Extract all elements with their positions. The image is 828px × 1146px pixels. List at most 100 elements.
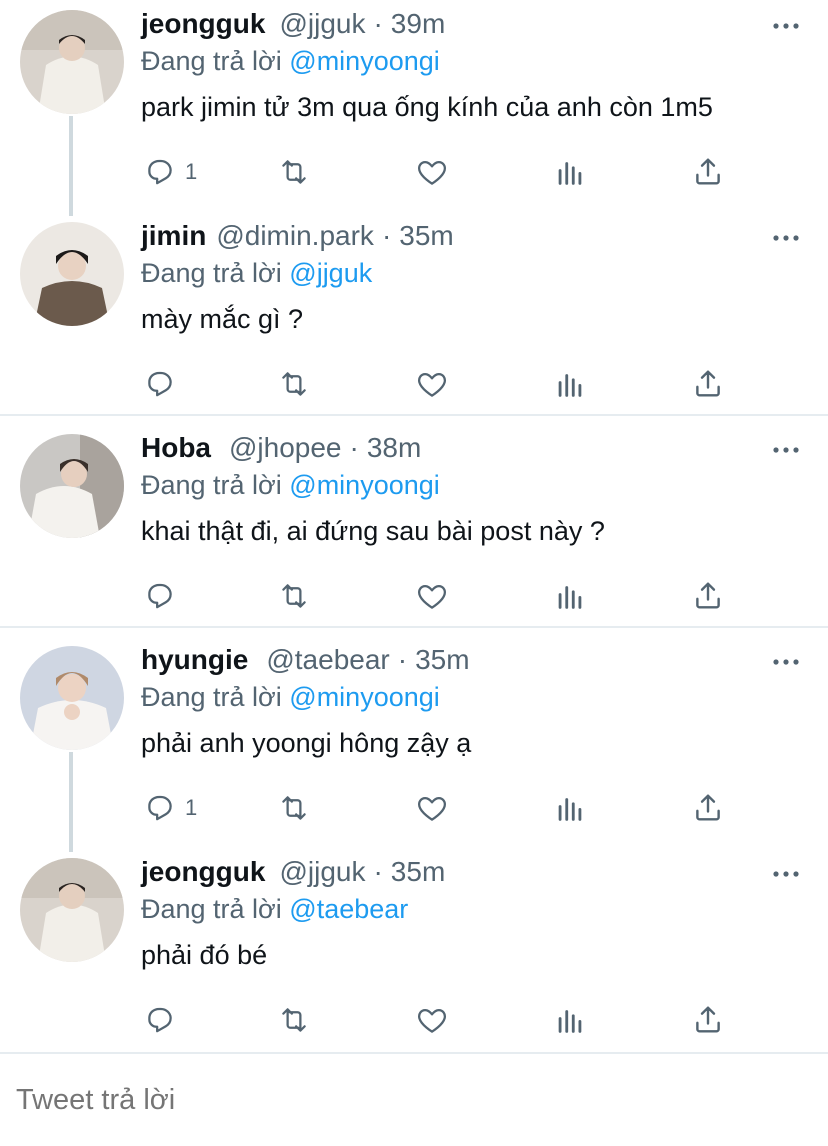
tweet[interactable]: jeongguk @jjguk · 35m Đang trả lời @taeb…	[0, 856, 828, 1050]
tweet[interactable]: Hoba @jhopee · 38m Đang trả lời @minyoon…	[0, 432, 828, 626]
like-button[interactable]	[415, 152, 449, 192]
reply-count: 1	[185, 159, 198, 184]
user-handle[interactable]: @jjguk	[279, 8, 365, 40]
views-button[interactable]	[553, 152, 587, 192]
more-icon[interactable]	[772, 446, 800, 454]
more-icon[interactable]	[772, 234, 800, 242]
reply-count: 1	[185, 795, 198, 820]
avatar[interactable]	[20, 222, 124, 326]
mention-link[interactable]: @jjguk	[289, 258, 372, 288]
display-name[interactable]: jimin	[141, 220, 206, 252]
avatar[interactable]	[20, 434, 124, 538]
display-name[interactable]: Hoba	[141, 432, 211, 464]
retweet-icon	[277, 155, 311, 189]
share-icon	[691, 367, 725, 401]
timestamp[interactable]: 39m	[391, 8, 445, 40]
share-icon	[691, 579, 725, 613]
tweet-text: mày mắc gì ?	[141, 304, 304, 334]
retweet-button[interactable]	[277, 576, 311, 616]
reply-button[interactable]: 1	[143, 788, 197, 828]
tweet[interactable]: jimin @dimin.park · 35m Đang trả lời @jj…	[0, 220, 828, 414]
views-icon	[553, 1003, 587, 1037]
retweet-button[interactable]	[277, 152, 311, 192]
avatar[interactable]	[20, 646, 124, 750]
share-button[interactable]	[691, 1000, 725, 1040]
heart-icon	[415, 155, 449, 189]
tweet-header: jeongguk @jjguk · 39m	[141, 8, 445, 48]
comment-icon	[143, 791, 177, 825]
tweet[interactable]: hyungie @taebear · 35m Đang trả lời @min…	[0, 644, 828, 844]
retweet-button[interactable]	[277, 1000, 311, 1040]
tweet-header: jeongguk @jjguk · 35m	[141, 856, 445, 896]
views-button[interactable]	[553, 788, 587, 828]
timestamp[interactable]: 38m	[367, 432, 421, 464]
share-icon	[691, 791, 725, 825]
like-button[interactable]	[415, 364, 449, 404]
replying-to-label: Đang trả lời	[141, 258, 282, 288]
views-icon	[553, 367, 587, 401]
tweet-actions	[141, 364, 741, 404]
mention-link[interactable]: @minyoongi	[289, 46, 439, 76]
comment-icon	[143, 367, 177, 401]
mention-link[interactable]: @minyoongi	[289, 682, 439, 712]
heart-icon	[415, 1003, 449, 1037]
share-button[interactable]	[691, 788, 725, 828]
share-button[interactable]	[691, 364, 725, 404]
display-name[interactable]: jeongguk	[141, 8, 265, 40]
separator-dot: ·	[373, 856, 383, 887]
divider	[0, 626, 828, 628]
views-button[interactable]	[553, 364, 587, 404]
user-handle[interactable]: @dimin.park	[216, 220, 374, 252]
reply-button[interactable]	[143, 1000, 185, 1040]
share-button[interactable]	[691, 576, 725, 616]
tweet-text: phải anh yoongi hông zậy ạ	[141, 728, 472, 758]
views-icon	[553, 579, 587, 613]
replying-to-label: Đang trả lời	[141, 46, 282, 76]
divider	[0, 414, 828, 416]
timestamp[interactable]: 35m	[415, 644, 469, 676]
more-icon[interactable]	[772, 658, 800, 666]
tweet-header: jimin @dimin.park · 35m	[141, 220, 454, 260]
comment-icon	[143, 579, 177, 613]
mention-link[interactable]: @taebear	[289, 894, 408, 924]
user-handle[interactable]: @taebear	[266, 644, 389, 676]
tweet-actions: 1	[141, 152, 741, 192]
retweet-button[interactable]	[277, 364, 311, 404]
tweet-text: phải đó bé	[141, 940, 268, 970]
timestamp[interactable]: 35m	[399, 220, 453, 252]
share-icon	[691, 1003, 725, 1037]
heart-icon	[415, 791, 449, 825]
more-icon[interactable]	[772, 870, 800, 878]
reply-button[interactable]: 1	[143, 152, 197, 192]
more-icon[interactable]	[772, 22, 800, 30]
avatar[interactable]	[20, 10, 124, 114]
timestamp[interactable]: 35m	[391, 856, 445, 888]
retweet-icon	[277, 791, 311, 825]
separator-dot: ·	[349, 432, 359, 463]
user-handle[interactable]: @jjguk	[279, 856, 365, 888]
replying-to-label: Đang trả lời	[141, 682, 282, 712]
views-button[interactable]	[553, 576, 587, 616]
like-button[interactable]	[415, 576, 449, 616]
display-name[interactable]: jeongguk	[141, 856, 265, 888]
mention-link[interactable]: @minyoongi	[289, 470, 439, 500]
tweet[interactable]: jeongguk @jjguk · 39m Đang trả lời @miny…	[0, 8, 828, 208]
replying-to: Đang trả lời @minyoongi	[141, 682, 440, 713]
reply-button[interactable]	[143, 364, 185, 404]
replying-to: Đang trả lời @taebear	[141, 894, 408, 925]
retweet-button[interactable]	[277, 788, 311, 828]
tweet-actions	[141, 576, 741, 616]
reply-input[interactable]	[16, 1084, 806, 1117]
tweet-text: khai thật đi, ai đứng sau bài post này ?	[141, 516, 605, 546]
display-name[interactable]: hyungie	[141, 644, 248, 676]
like-button[interactable]	[415, 1000, 449, 1040]
separator-dot: ·	[373, 8, 383, 39]
views-button[interactable]	[553, 1000, 587, 1040]
views-icon	[553, 155, 587, 189]
user-handle[interactable]: @jhopee	[229, 432, 342, 464]
like-button[interactable]	[415, 788, 449, 828]
tweet-header: Hoba @jhopee · 38m	[141, 432, 421, 472]
share-button[interactable]	[691, 152, 725, 192]
reply-button[interactable]	[143, 576, 185, 616]
avatar[interactable]	[20, 858, 124, 962]
